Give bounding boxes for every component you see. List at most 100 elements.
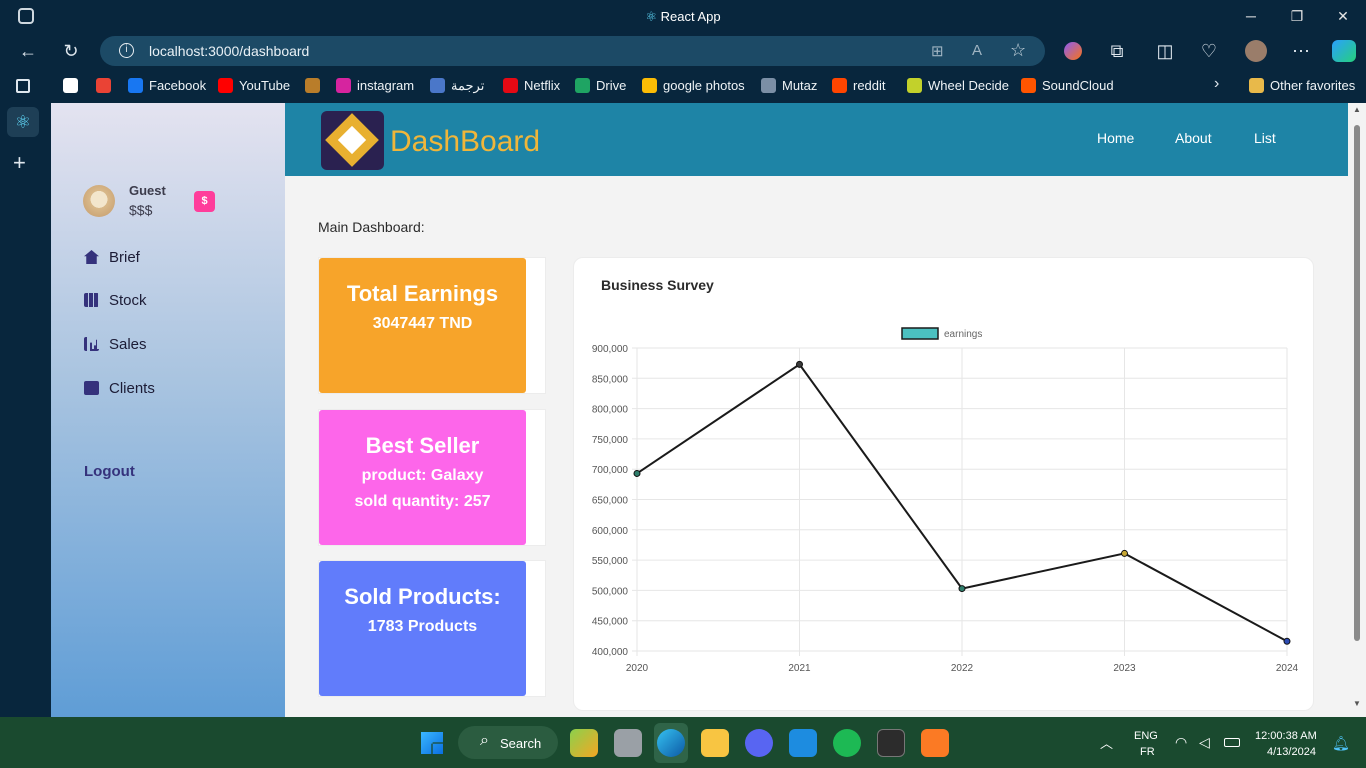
copilot-extension-icon[interactable] [1064, 42, 1082, 60]
favorite-item-1[interactable] [96, 77, 117, 95]
url-text[interactable]: localhost:3000/dashboard [149, 43, 309, 59]
favorite-item-7[interactable]: Netflix [503, 77, 560, 95]
terminal-icon[interactable] [877, 729, 905, 757]
nav-list[interactable]: List [1254, 130, 1276, 146]
user-balance: $$$ [129, 202, 153, 218]
language-secondary[interactable]: FR [1140, 746, 1155, 758]
favorite-item-13[interactable]: SoundCloud [1021, 77, 1114, 95]
new-tab-plus-icon[interactable]: + [13, 150, 26, 176]
favorite-item-11[interactable]: reddit [832, 77, 886, 95]
favorite-item-0[interactable] [63, 77, 84, 95]
wifi-icon[interactable]: ◠ [1175, 734, 1187, 751]
read-aloud-icon[interactable]: A [972, 42, 982, 59]
favorite-star-icon[interactable]: ☆ [1010, 40, 1026, 61]
dollar-badge[interactable]: $ [194, 191, 215, 212]
chevron-right-icon[interactable]: › [1214, 75, 1219, 93]
split-screen-icon[interactable]: ◫ [1152, 38, 1178, 64]
site-info-icon[interactable]: i [119, 43, 134, 58]
volume-icon[interactable]: ◁ [1199, 734, 1210, 751]
react-icon: ⚛ [645, 9, 658, 24]
favorite-item-5[interactable]: instagram [336, 77, 414, 95]
vscode-icon[interactable] [789, 729, 817, 757]
stat-card-earnings: Total Earnings 3047447 TND [318, 257, 546, 394]
favorite-icon [761, 78, 776, 93]
menu-item-sales[interactable]: Sales [84, 336, 147, 356]
clock-time[interactable]: 12:00:38 AM [1255, 730, 1317, 742]
close-button[interactable]: ✕ [1328, 6, 1358, 28]
sold-products-title: Sold Products: [344, 584, 501, 609]
menu-item-clients[interactable]: Clients [84, 380, 155, 400]
favorite-icon [832, 78, 847, 93]
scroll-thumb[interactable] [1354, 125, 1360, 641]
refresh-icon[interactable]: ↻ [58, 38, 84, 64]
start-icon[interactable] [421, 732, 443, 754]
favorite-label: ترجمة [451, 78, 485, 93]
taskbar-search[interactable]: ⌕ Search [458, 726, 558, 759]
avatar [83, 185, 115, 217]
favorite-item-10[interactable]: Mutaz [761, 77, 817, 95]
nav-home[interactable]: Home [1097, 130, 1134, 146]
other-favorites[interactable]: Other favorites [1249, 77, 1355, 95]
favorite-item-12[interactable]: Wheel Decide [907, 77, 1009, 95]
notification-bell-icon[interactable]: 🔔︎ [1332, 735, 1350, 752]
copilot-icon[interactable] [1332, 40, 1356, 62]
spotify-icon[interactable] [833, 729, 861, 757]
menu-item-brief[interactable]: Brief [84, 249, 140, 269]
favorite-item-9[interactable]: google photos [642, 77, 745, 95]
favorite-icon [1021, 78, 1036, 93]
favorite-label: Wheel Decide [928, 78, 1009, 93]
edge-app-icon[interactable] [657, 729, 685, 757]
favorite-icon [96, 78, 111, 93]
favorite-item-8[interactable]: Drive [575, 77, 626, 95]
restore-button[interactable]: ❐ [1282, 6, 1312, 28]
language-primary[interactable]: ENG [1134, 730, 1158, 742]
folder-icon [1249, 78, 1264, 93]
favorite-icon [305, 78, 320, 93]
favorite-item-2[interactable]: Facebook [128, 77, 206, 95]
menu-label-clients: Clients [109, 380, 155, 397]
xampp-icon[interactable] [921, 729, 949, 757]
file-explorer-icon[interactable] [701, 729, 729, 757]
x-tick-label: 2020 [626, 663, 649, 673]
favorite-label: Facebook [149, 78, 207, 93]
battery-icon[interactable] [1224, 738, 1240, 747]
data-point [1121, 549, 1128, 557]
other-favorites-label: Other favorites [1270, 78, 1356, 93]
y-tick-label: 400,000 [592, 647, 629, 658]
chevron-up-icon[interactable]: ︿ [1100, 733, 1113, 752]
page-scrollbar[interactable]: ▲ ▼ [1348, 103, 1366, 717]
profile-avatar[interactable] [1245, 40, 1267, 62]
scroll-up-icon[interactable]: ▲ [1353, 105, 1361, 114]
minimize-button[interactable]: ─ [1236, 6, 1266, 28]
menu-label-sales: Sales [109, 336, 147, 353]
discord-icon[interactable] [745, 729, 773, 757]
scroll-down-icon[interactable]: ▼ [1353, 699, 1361, 708]
earnings-line-chart: 900,000 850,000 800,000 750,000 700,000 650,0… [592, 327, 1299, 673]
favorite-item-4[interactable] [305, 77, 326, 95]
address-bar[interactable]: i localhost:3000/dashboard ⊞ A ☆ [100, 36, 1045, 66]
vertical-tabs-icon[interactable] [16, 79, 30, 93]
clock-date[interactable]: 4/13/2024 [1267, 746, 1316, 758]
favorite-item-6[interactable]: ترجمة [430, 77, 484, 95]
nav-about[interactable]: About [1175, 130, 1212, 146]
y-tick-label: 700,000 [592, 465, 629, 476]
y-tick-label: 550,000 [592, 556, 629, 567]
favorites-bar: Facebook YouTube instagram ترجمة Netflix Driv… [0, 69, 1366, 103]
menu-item-stock[interactable]: Stock [84, 292, 147, 312]
logo[interactable] [321, 111, 384, 170]
more-icon[interactable]: ⋯ [1288, 38, 1314, 64]
x-tick-label: 2021 [788, 663, 811, 673]
search-icon: ⌕ [480, 732, 489, 749]
copilot-pre-app-icon[interactable] [570, 729, 598, 757]
react-tab-icon[interactable]: ⚛ [7, 107, 39, 137]
back-icon[interactable]: ← [15, 38, 41, 64]
favorite-item-3[interactable]: YouTube [218, 77, 290, 95]
app-available-icon[interactable]: ⊞ [931, 42, 944, 60]
data-point [958, 585, 966, 593]
search-label: Search [500, 736, 542, 751]
browser-essentials-icon[interactable]: ♡ [1196, 38, 1222, 64]
extensions-icon[interactable]: ⧉ [1104, 38, 1130, 64]
task-view-icon[interactable] [614, 729, 642, 757]
logout-link[interactable]: Logout [84, 463, 135, 480]
taskbar: ⌕ Search ︿ ENG FR ◠ ◁ 12:00:38 AM 4/13/2… [0, 717, 1366, 768]
